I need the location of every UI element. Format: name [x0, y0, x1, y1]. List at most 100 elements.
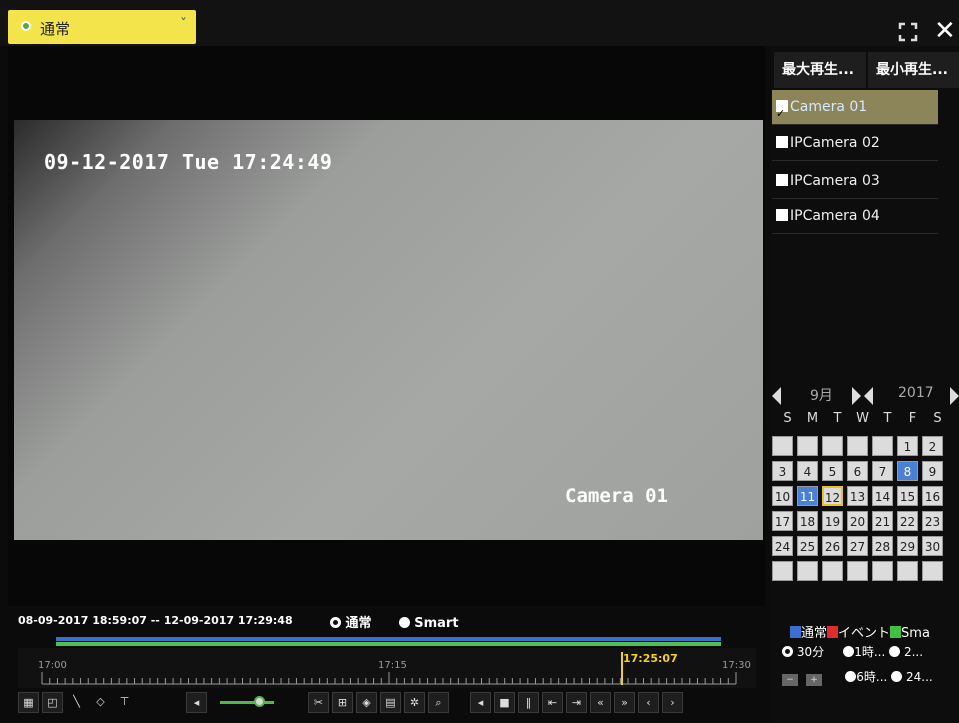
volume-knob[interactable]: [254, 696, 265, 707]
files-icon[interactable]: ▤: [380, 692, 401, 713]
crop-icon[interactable]: ◰: [42, 692, 63, 713]
radio-6h[interactable]: [845, 671, 857, 682]
camera-label: IPCamera 02: [790, 135, 880, 151]
filter-icon[interactable]: ⊤: [114, 692, 135, 713]
calendar-day[interactable]: 20: [847, 511, 868, 531]
calendar-day[interactable]: 21: [872, 511, 893, 531]
next-month-icon[interactable]: [852, 387, 861, 405]
settings-icon[interactable]: ✲: [404, 692, 425, 713]
record-bar-normal[interactable]: [56, 637, 721, 641]
record-bar-smart[interactable]: [56, 642, 721, 646]
radio-24h[interactable]: [891, 671, 903, 682]
calendar-day[interactable]: 30: [922, 536, 943, 556]
calendar-day[interactable]: 8: [897, 461, 918, 481]
calendar-day[interactable]: 29: [897, 536, 918, 556]
calendar-day[interactable]: 28: [872, 536, 893, 556]
reverse-play-icon[interactable]: ◂: [470, 692, 491, 713]
calendar-day[interactable]: [847, 436, 868, 456]
playback-mode-select[interactable]: 通常 ˇ: [8, 10, 196, 44]
step-forward-icon[interactable]: ⇥: [566, 692, 587, 713]
step-back-icon[interactable]: ⇤: [542, 692, 563, 713]
radio-1h[interactable]: [843, 646, 855, 657]
calendar-day[interactable]: 13: [847, 486, 868, 506]
pause-icon[interactable]: ‖: [518, 692, 539, 713]
calendar-day[interactable]: 1: [897, 436, 918, 456]
legend-event-swatch: [827, 626, 839, 638]
calendar-day[interactable]: 14: [872, 486, 893, 506]
video-frame[interactable]: [14, 120, 763, 540]
calendar-day[interactable]: [822, 436, 843, 456]
calendar-day[interactable]: 24: [772, 536, 793, 556]
tag-icon[interactable]: ◈: [356, 692, 377, 713]
checkbox-icon[interactable]: [776, 174, 788, 186]
calendar-day[interactable]: 26: [822, 536, 843, 556]
prev-month-icon[interactable]: [772, 387, 781, 405]
fast-forward-icon[interactable]: »: [614, 692, 635, 713]
zoom-out-button[interactable]: −: [782, 674, 798, 686]
calendar-day[interactable]: 23: [922, 511, 943, 531]
radio-2h[interactable]: [889, 646, 901, 657]
volume-icon[interactable]: ◂: [186, 692, 207, 713]
calendar-day[interactable]: [897, 561, 918, 581]
calendar-day[interactable]: [847, 561, 868, 581]
calendar-day[interactable]: [797, 436, 818, 456]
calendar-day[interactable]: [872, 561, 893, 581]
min-playback-button[interactable]: 最小再生...: [868, 52, 959, 88]
fullscreen-icon[interactable]: [898, 22, 918, 42]
diamond-icon[interactable]: ◇: [90, 692, 111, 713]
calendar-day[interactable]: 17: [772, 511, 793, 531]
calendar-day[interactable]: [922, 561, 943, 581]
calendar-day[interactable]: 4: [797, 461, 818, 481]
rewind-icon[interactable]: «: [590, 692, 611, 713]
zoom-in-button[interactable]: +: [806, 674, 822, 686]
calendar-day[interactable]: 6: [847, 461, 868, 481]
next-year-icon[interactable]: [950, 387, 959, 405]
line-icon[interactable]: ╲: [66, 692, 87, 713]
calendar-day[interactable]: 7: [872, 461, 893, 481]
calendar-day[interactable]: 22: [897, 511, 918, 531]
zoom-24h-label: 24...: [906, 670, 933, 684]
calendar-day[interactable]: [772, 436, 793, 456]
camera-item[interactable]: IPCamera 04: [772, 199, 938, 234]
calendar-day[interactable]: 3: [772, 461, 793, 481]
legend-normal: 通常: [801, 626, 828, 641]
cut-icon[interactable]: ✂: [308, 692, 329, 713]
tag-add-icon[interactable]: ⊞: [332, 692, 353, 713]
camera-item[interactable]: Camera 01: [772, 90, 938, 131]
calendar-day[interactable]: 11: [797, 486, 818, 506]
grid-icon[interactable]: ▦: [18, 692, 39, 713]
calendar-day[interactable]: 10: [772, 486, 793, 506]
calendar-day[interactable]: 16: [922, 486, 943, 506]
stop-icon[interactable]: ■: [494, 692, 515, 713]
close-icon[interactable]: ✕: [934, 16, 956, 46]
max-playback-button[interactable]: 最大再生...: [774, 52, 866, 88]
calendar-day[interactable]: 19: [822, 511, 843, 531]
playhead-time: 17:25:07: [623, 652, 678, 665]
calendar-day[interactable]: 18: [797, 511, 818, 531]
calendar-day[interactable]: [797, 561, 818, 581]
calendar-day[interactable]: 27: [847, 536, 868, 556]
radio-normal[interactable]: [330, 617, 341, 628]
volume-slider[interactable]: [220, 701, 274, 704]
radio-smart[interactable]: [398, 617, 410, 628]
calendar-day[interactable]: 2: [922, 436, 943, 456]
checkbox-icon[interactable]: [776, 97, 788, 131]
prev-year-icon[interactable]: [864, 387, 873, 405]
calendar-day[interactable]: 12: [822, 486, 843, 506]
tick-start: 17:00: [38, 660, 67, 671]
next-icon[interactable]: ›: [662, 692, 683, 713]
prev-icon[interactable]: ‹: [638, 692, 659, 713]
search-icon[interactable]: ⌕: [428, 692, 449, 713]
checkbox-icon[interactable]: [776, 136, 788, 148]
camera-item[interactable]: IPCamera 03: [772, 164, 938, 199]
calendar-day[interactable]: 25: [797, 536, 818, 556]
camera-item[interactable]: IPCamera 02: [772, 126, 938, 161]
calendar-day[interactable]: [822, 561, 843, 581]
radio-30m[interactable]: [782, 646, 793, 657]
calendar-day[interactable]: 5: [822, 461, 843, 481]
checkbox-icon[interactable]: [776, 209, 788, 221]
calendar-day[interactable]: 15: [897, 486, 918, 506]
calendar-day[interactable]: [872, 436, 893, 456]
calendar-day[interactable]: 9: [922, 461, 943, 481]
calendar-day[interactable]: [772, 561, 793, 581]
